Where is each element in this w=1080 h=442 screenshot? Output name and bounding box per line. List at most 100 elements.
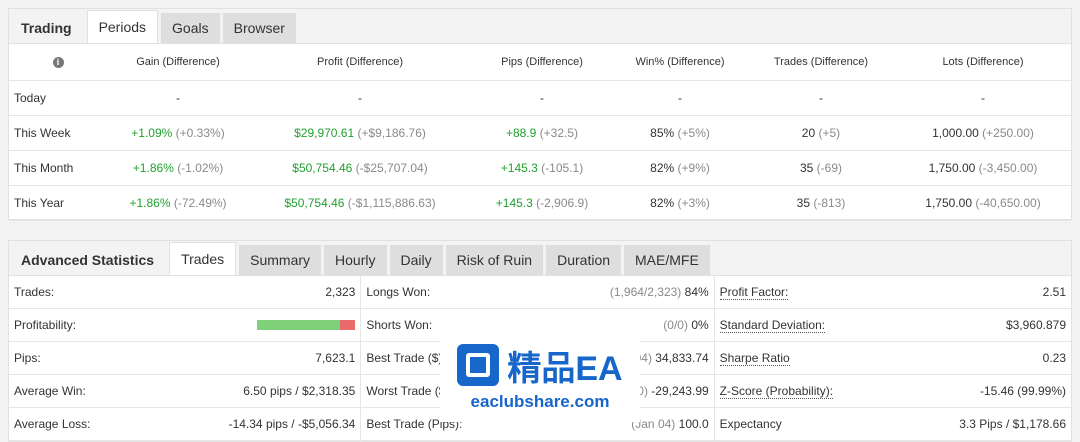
gain-cell: +1.86% (-1.02%) [107, 150, 249, 186]
win-diff: (+9%) [677, 161, 710, 175]
info-icon[interactable]: i [52, 57, 64, 68]
gain-cell: +1.09% (+0.33%) [107, 115, 249, 151]
stat-value: 0% [691, 318, 709, 332]
stat-label-tooltip[interactable]: Profit Factor: [719, 285, 789, 300]
gain-diff: (-72.49%) [173, 196, 227, 210]
trades-diff: (-813) [813, 196, 846, 210]
gain-value: +1.86% [129, 196, 171, 210]
pips-diff: (-2,906.9) [536, 196, 589, 210]
stat-value: 3.3 Pips / $1,178.66 [959, 417, 1066, 431]
profit-cell: $29,970.61 (+$9,186.76) [249, 115, 471, 151]
stat-row: Profit Factor: 2.51 [714, 276, 1071, 309]
tab-hourly[interactable]: Hourly [324, 245, 387, 275]
advanced-tabbar: Advanced Statistics Trades Summary Hourl… [9, 241, 1071, 276]
trades-diff: (-69) [816, 161, 843, 175]
profit-diff: (+$9,186.76) [357, 126, 426, 140]
stat-row: Z-Score (Probability): -15.46 (99.99%) [714, 375, 1071, 408]
stat-detail: (1,964/2,323) [609, 285, 682, 299]
lots-value: - [981, 91, 985, 105]
tab-trading[interactable]: Trading [9, 13, 84, 43]
stat-value-group: 0) -29,243.99 [637, 384, 708, 398]
stat-value: 84% [684, 285, 709, 299]
stat-label: Profitability: [14, 318, 77, 332]
header-lots: Lots (Difference) [895, 44, 1071, 81]
stat-value: 0.23 [1042, 351, 1066, 365]
stat-value-group: (1,964/2,323) 84% [610, 285, 709, 299]
watermark-logo-icon [457, 344, 500, 386]
pips-cell: +88.9 (+32.5) [471, 115, 613, 151]
period-label: This Year [9, 185, 107, 221]
pips-value: +145.3 [500, 161, 538, 175]
stat-value: 2,323 [325, 285, 356, 299]
win-value: - [678, 91, 682, 105]
pips-value: +145.3 [495, 196, 533, 210]
tab-goals[interactable]: Goals [161, 13, 220, 43]
stat-row: Standard Deviation: $3,960.879 [714, 309, 1071, 342]
profit-value: $50,754.46 [284, 196, 345, 210]
watermark-brand: 精品EA [457, 341, 623, 390]
stat-label-tooltip[interactable]: Sharpe Ratio [719, 351, 790, 366]
profit-diff: (-$25,707.04) [355, 161, 428, 175]
watermark-url: eaclubshare.com [470, 391, 610, 411]
profit-diff: (-$1,115,886.63) [347, 196, 436, 210]
watermark-title: 精品EA [507, 349, 623, 388]
stat-value: 34,833.74 [655, 351, 709, 365]
stat-label-tooltip[interactable]: Z-Score (Probability): [719, 384, 834, 399]
trades-cell: 20 (+5) [747, 115, 895, 151]
header-gain: Gain (Difference) [107, 44, 249, 81]
stat-value-group: (Jan 04) 100.0 [631, 417, 708, 431]
stat-row: Pips: 7,623.1 [9, 342, 361, 375]
period-label: This Week [9, 115, 107, 151]
trades-value: - [819, 91, 823, 105]
gain-diff: (+0.33%) [175, 126, 225, 140]
gain-value: +1.09% [131, 126, 173, 140]
profit-value: $29,970.61 [294, 126, 355, 140]
info-header: i [9, 44, 107, 81]
stat-label: Expectancy [719, 417, 782, 431]
stat-value-group: 04) 34,833.74 [635, 351, 709, 365]
win-cell: 82% (+9%) [613, 150, 747, 186]
profitability-win-segment [257, 320, 340, 330]
tab-risk-of-ruin[interactable]: Risk of Ruin [445, 245, 544, 275]
profitability-loss-segment [339, 320, 356, 330]
header-profit: Profit (Difference) [249, 44, 471, 81]
stat-value: -29,243.99 [651, 384, 709, 398]
stats-column-3: Profit Factor: 2.51 Standard Deviation: $3… [714, 276, 1071, 442]
lots-cell: - [895, 80, 1071, 116]
tab-summary[interactable]: Summary [239, 245, 322, 275]
win-diff: (+3%) [677, 196, 710, 210]
trades-cell: - [747, 80, 895, 116]
tab-daily[interactable]: Daily [389, 245, 443, 275]
tab-browser[interactable]: Browser [222, 13, 296, 43]
tab-periods[interactable]: Periods [86, 10, 159, 43]
stat-row: Sharpe Ratio 0.23 [714, 342, 1071, 375]
table-row: This Month +1.86% (-1.02%) $50,754.46 (-… [9, 150, 1071, 186]
header-pips: Pips (Difference) [471, 44, 613, 81]
trades-value: 35 [796, 196, 810, 210]
tab-duration[interactable]: Duration [546, 245, 622, 275]
trades-value: 35 [799, 161, 814, 175]
stat-value: 100.0 [678, 417, 709, 431]
pips-diff: (+32.5) [539, 126, 579, 140]
win-cell: 85% (+5%) [613, 115, 747, 151]
stat-label-tooltip[interactable]: Standard Deviation: [719, 318, 826, 333]
lots-cell: 1,000.00 (+250.00) [895, 115, 1071, 151]
stat-label: Shorts Won: [366, 318, 433, 332]
tab-trades[interactable]: Trades [169, 242, 237, 275]
tab-mae-mfe[interactable]: MAE/MFE [624, 245, 710, 275]
win-value: 85% [650, 126, 675, 140]
pips-value: +88.9 [505, 126, 537, 140]
stat-label: Average Loss: [14, 417, 91, 431]
period-label: This Month [9, 150, 107, 186]
header-trades: Trades (Difference) [747, 44, 895, 81]
stat-row: Expectancy 3.3 Pips / $1,178.66 [714, 408, 1071, 441]
profit-cell: $50,754.46 (-$1,115,886.63) [249, 185, 471, 221]
stat-value: -15.46 (99.99%) [979, 384, 1066, 398]
trades-value: 20 [801, 126, 816, 140]
stat-detail: (0/0) [663, 318, 688, 332]
profit-cell: $50,754.46 (-$25,707.04) [249, 150, 471, 186]
table-row: Today - - - - - - [9, 80, 1071, 116]
lots-diff: (-3,450.00) [978, 161, 1038, 175]
lots-cell: 1,750.00 (-40,650.00) [895, 185, 1071, 221]
profitability-bar [257, 320, 356, 330]
